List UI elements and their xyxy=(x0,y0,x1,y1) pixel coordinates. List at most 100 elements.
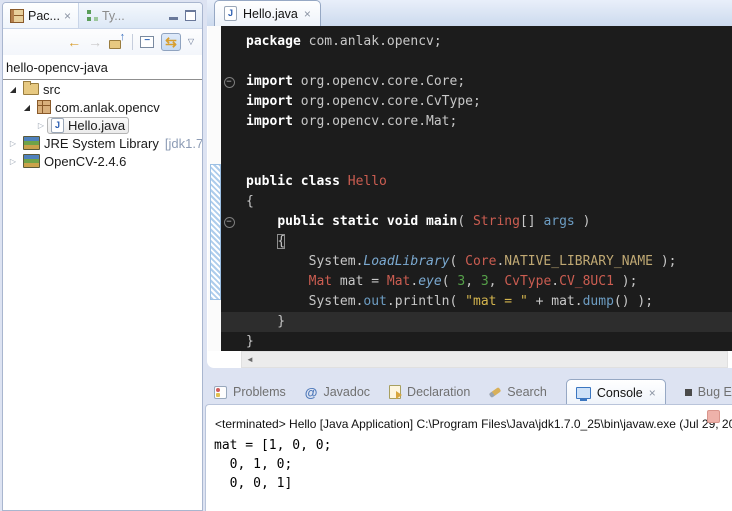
code-line[interactable]: −import org.opencv.core.Core; xyxy=(221,72,732,92)
close-icon[interactable]: × xyxy=(649,387,656,399)
tree-item-project[interactable]: hello-opencv-java xyxy=(3,58,202,80)
code-line[interactable]: } xyxy=(221,312,732,332)
collapse-arrow-icon[interactable]: ◢ xyxy=(21,103,33,112)
editor-area: J Hello.java × package com.anlak.opencv;… xyxy=(207,0,732,368)
code-token: mat = xyxy=(332,274,387,289)
minimize-icon[interactable] xyxy=(169,17,178,20)
code-token: } xyxy=(246,334,254,349)
tab-label: Console xyxy=(597,386,643,400)
code-token: Hello xyxy=(348,174,387,189)
code-token: org.opencv.core.Mat; xyxy=(293,114,457,129)
code-line[interactable]: } xyxy=(221,332,732,351)
tree-item-label-wrap: com.anlak.opencv xyxy=(33,99,164,116)
tab-javadoc[interactable]: @ Javadoc xyxy=(305,385,370,399)
code-token: ) xyxy=(575,214,591,229)
code-token: eye xyxy=(418,274,441,289)
back-icon[interactable]: ← xyxy=(67,35,81,49)
code-line[interactable]: System.LoadLibrary( Core.NATIVE_LIBRARY_… xyxy=(221,252,732,272)
library-icon xyxy=(23,154,40,168)
tab-label: Javadoc xyxy=(323,385,370,399)
code-token xyxy=(246,274,309,289)
tree-item-opencv-2.4.6[interactable]: ▷OpenCV-2.4.6 xyxy=(3,152,202,170)
code-line[interactable] xyxy=(221,132,732,152)
close-icon[interactable]: × xyxy=(64,10,71,22)
code-token: "mat = " xyxy=(465,294,528,309)
code-token: public static void main xyxy=(277,214,457,229)
code-token: public class xyxy=(246,174,340,189)
tree-item-jre-system-library[interactable]: ▷JRE System Library[jdk1.7.0 xyxy=(3,134,202,152)
expand-arrow-icon[interactable]: ▷ xyxy=(7,139,19,148)
tab-label: Bug Explorer xyxy=(698,385,732,399)
tab-type-hierarchy[interactable]: Ty... xyxy=(79,3,132,28)
console-view: <terminated> Hello [Java Application] C:… xyxy=(205,404,732,511)
tab-package-explorer[interactable]: Pac... × xyxy=(3,3,79,28)
tab-declaration[interactable]: Declaration xyxy=(389,385,470,399)
search-icon xyxy=(489,387,502,398)
code-line[interactable]: { xyxy=(221,192,732,212)
tab-label: Hello.java xyxy=(243,7,298,21)
close-icon[interactable]: × xyxy=(304,8,311,20)
code-token: , xyxy=(465,274,481,289)
code-line[interactable]: { xyxy=(221,232,732,252)
tree-item-label-wrap: OpenCV-2.4.6 xyxy=(19,153,130,170)
tab-search[interactable]: Search xyxy=(489,385,547,399)
tab-console[interactable]: Console × xyxy=(566,379,666,405)
link-with-editor-icon[interactable]: ⇆ xyxy=(161,33,181,51)
code-token: NATIVE_LIBRARY_NAME xyxy=(504,254,653,269)
code-token: CV_8UC1 xyxy=(559,274,614,289)
project-tree: hello-opencv-java ◢src◢com.anlak.opencv▷… xyxy=(3,55,202,170)
up-icon[interactable] xyxy=(109,35,125,49)
source-folder-icon xyxy=(23,83,39,95)
tab-problems[interactable]: Problems xyxy=(214,385,286,399)
code-line[interactable] xyxy=(221,52,732,72)
vertical-ruler xyxy=(208,26,221,351)
javadoc-icon: @ xyxy=(305,386,318,399)
code-token: , xyxy=(489,274,505,289)
code-line[interactable]: System.out.println( "mat = " + mat.dump(… xyxy=(221,292,732,312)
expand-arrow-icon[interactable]: ▷ xyxy=(35,121,47,130)
terminate-icon[interactable] xyxy=(707,410,720,423)
code-token: args xyxy=(543,214,574,229)
scroll-left-icon[interactable]: ◄ xyxy=(242,355,254,364)
code-line[interactable]: import org.opencv.core.CvType; xyxy=(221,92,732,112)
code-line[interactable]: Mat mat = Mat.eye( 3, 3, CvType.CV_8UC1 … xyxy=(221,272,732,292)
collapse-arrow-icon[interactable]: ◢ xyxy=(7,85,19,94)
forward-icon[interactable]: → xyxy=(88,35,102,49)
code-line[interactable] xyxy=(221,152,732,172)
left-view-tab-bar: Pac... × Ty... xyxy=(3,3,202,29)
java-file-icon: J xyxy=(224,6,237,21)
code-token: org.opencv.core.CvType; xyxy=(293,94,481,109)
tree-item-com.anlak.opencv[interactable]: ◢com.anlak.opencv xyxy=(3,98,202,116)
view-menu-icon[interactable]: ▽ xyxy=(188,38,194,46)
code-line[interactable]: public class Hello xyxy=(221,172,732,192)
fold-collapse-icon[interactable]: − xyxy=(223,72,235,92)
tree-item-hello.java[interactable]: ▷JHello.java xyxy=(3,116,202,134)
code-line[interactable]: package com.anlak.opencv; xyxy=(221,32,732,52)
code-token xyxy=(340,174,348,189)
collapse-all-icon[interactable]: − xyxy=(140,36,154,48)
code-token: ( xyxy=(442,274,458,289)
code-line[interactable]: − public static void main( String[] args… xyxy=(221,212,732,232)
code-token: { xyxy=(246,194,254,209)
tab-label: Ty... xyxy=(102,9,125,23)
tree-item-label-wrap: JHello.java xyxy=(47,117,129,134)
tab-bug-explorer[interactable]: Bug Explorer xyxy=(685,385,732,399)
tree-item-src[interactable]: ◢src xyxy=(3,80,202,98)
code-token: ( xyxy=(450,254,466,269)
console-line: mat = [1, 0, 0; xyxy=(214,436,732,455)
fold-collapse-icon[interactable]: − xyxy=(223,212,235,232)
package-explorer-toolbar: ← → − ⇆ ▽ xyxy=(3,29,202,55)
maximize-icon[interactable] xyxy=(185,10,196,21)
expand-arrow-icon[interactable]: ▷ xyxy=(7,157,19,166)
tab-hello-java[interactable]: J Hello.java × xyxy=(214,0,321,26)
code-token: out xyxy=(363,294,386,309)
console-output[interactable]: mat = [1, 0, 0; 0, 1, 0; 0, 0, 1] xyxy=(206,434,732,493)
editor-tab-bar: J Hello.java × xyxy=(207,0,732,27)
code-lines[interactable]: package com.anlak.opencv;−import org.ope… xyxy=(221,26,732,351)
package-explorer-icon xyxy=(10,9,24,23)
code-line[interactable]: import org.opencv.core.Mat; xyxy=(221,112,732,132)
horizontal-scrollbar[interactable]: ◄ xyxy=(221,351,732,368)
range-indicator xyxy=(210,164,221,300)
bottom-tab-bar: Problems @ Javadoc Declaration Search Console… xyxy=(205,379,732,405)
scrollbar-track[interactable]: ◄ xyxy=(241,351,728,368)
